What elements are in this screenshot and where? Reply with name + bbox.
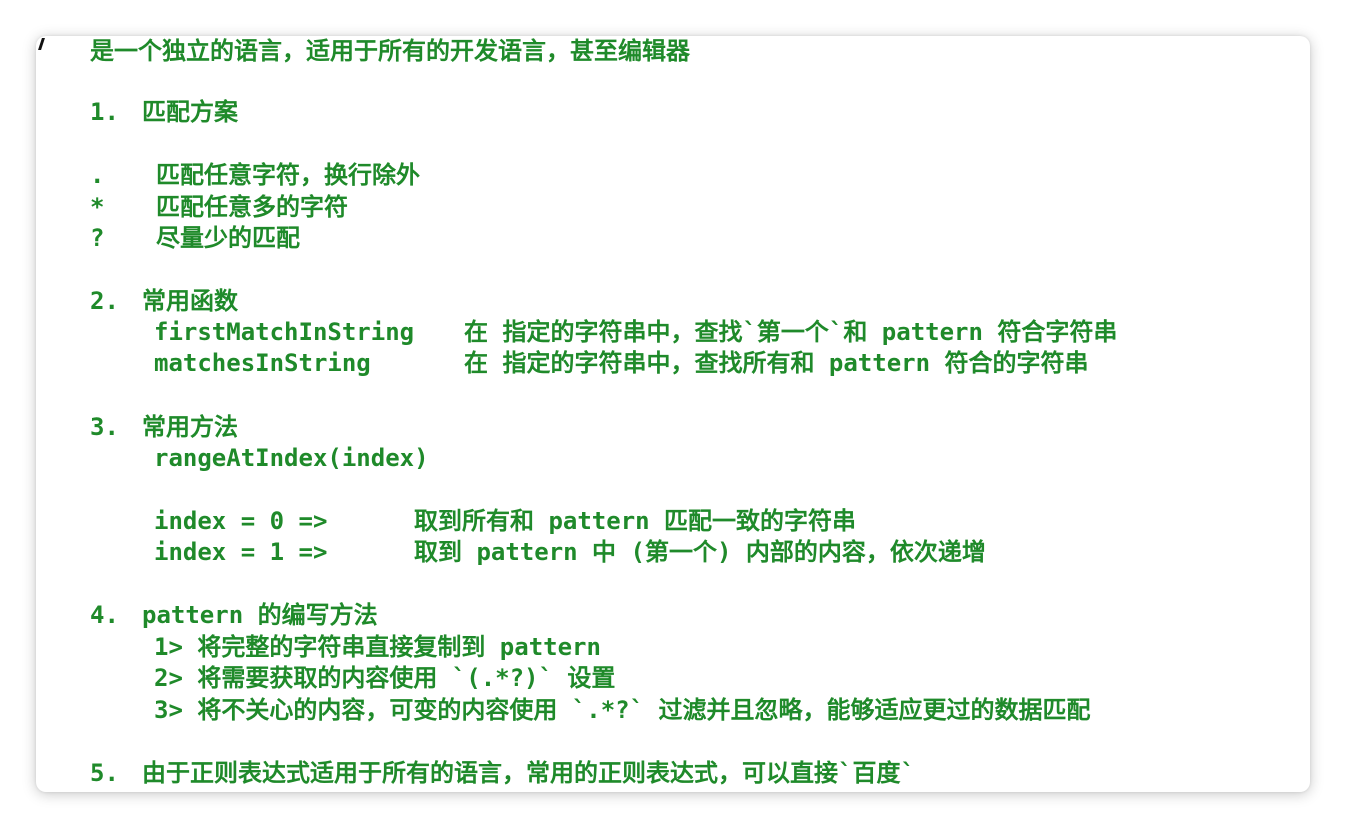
list-item: 2> 将需要获取的内容使用 `(.*?)` 设置 [154,664,616,692]
index-description: 取到 pattern 中 (第一个) 内部的内容，依次递增 [414,538,986,566]
section-5-title: 由于正则表达式适用于所有的语言，常用的正则表达式，可以直接`百度` [142,759,915,787]
function-description: 在 指定的字符串中，查找所有和 pattern 符合的字符串 [464,349,1089,377]
list-item: index = 0 => 取到所有和 pattern 匹配一致的字符串 [154,506,856,536]
list-item: ? 尽量少的匹配 [90,223,300,253]
section-4-number: 4. [90,601,119,629]
regex-description: 尽量少的匹配 [156,224,300,252]
regex-description: 匹配任意多的字符 [156,193,348,221]
regex-symbol: * [90,193,105,221]
method-name: rangeAtIndex(index) [154,444,429,472]
section-2-heading: 2. 常用函数 [90,286,238,316]
regex-description: 匹配任意字符，换行除外 [156,161,420,189]
function-description: 在 指定的字符串中，查找`第一个`和 pattern 符合字符串 [464,318,1118,346]
section-3-number: 3. [90,413,119,441]
list-item: * 匹配任意多的字符 [90,192,348,222]
list-item: . 匹配任意字符，换行除外 [90,160,420,190]
section-4-heading: 4. pattern 的编写方法 [90,600,378,630]
section-4-title: pattern 的编写方法 [142,601,378,629]
list-item: firstMatchInString 在 指定的字符串中，查找`第一个`和 pat… [154,317,1117,347]
document-window: 是一个独立的语言，适用于所有的开发语言，甚至编辑器 1. 匹配方案 . 匹配任意字符… [36,36,1310,792]
function-name: firstMatchInString [154,318,415,346]
list-item: matchesInString 在 指定的字符串中，查找所有和 pattern 符… [154,348,1089,378]
section-3-title: 常用方法 [142,413,238,441]
regex-symbol: ? [90,224,105,252]
regex-symbol: . [90,161,105,189]
section-1-title: 匹配方案 [142,98,238,126]
section-5-heading: 5. 由于正则表达式适用于所有的语言，常用的正则表达式，可以直接`百度` [90,758,915,788]
section-5-number: 5. [90,759,119,787]
index-code: index = 1 => [154,538,328,566]
index-description: 取到所有和 pattern 匹配一致的字符串 [414,507,857,535]
section-2-title: 常用函数 [142,287,238,315]
section-1-number: 1. [90,98,119,126]
list-item: 3> 将不关心的内容，可变的内容使用 `.*?` 过滤并且忽略，能够适应更过的数… [154,696,1091,724]
intro-text: 是一个独立的语言，适用于所有的开发语言，甚至编辑器 [90,37,690,65]
index-code: index = 0 => [154,507,328,535]
section-2-number: 2. [90,287,119,315]
section-3-heading: 3. 常用方法 [90,412,238,442]
section-1-heading: 1. 匹配方案 [90,97,238,127]
cursor-mark [38,38,45,50]
function-name: matchesInString [154,349,371,377]
list-item: 1> 将完整的字符串直接复制到 pattern [154,633,601,661]
list-item: index = 1 => 取到 pattern 中 (第一个) 内部的内容，依次递… [154,537,986,567]
